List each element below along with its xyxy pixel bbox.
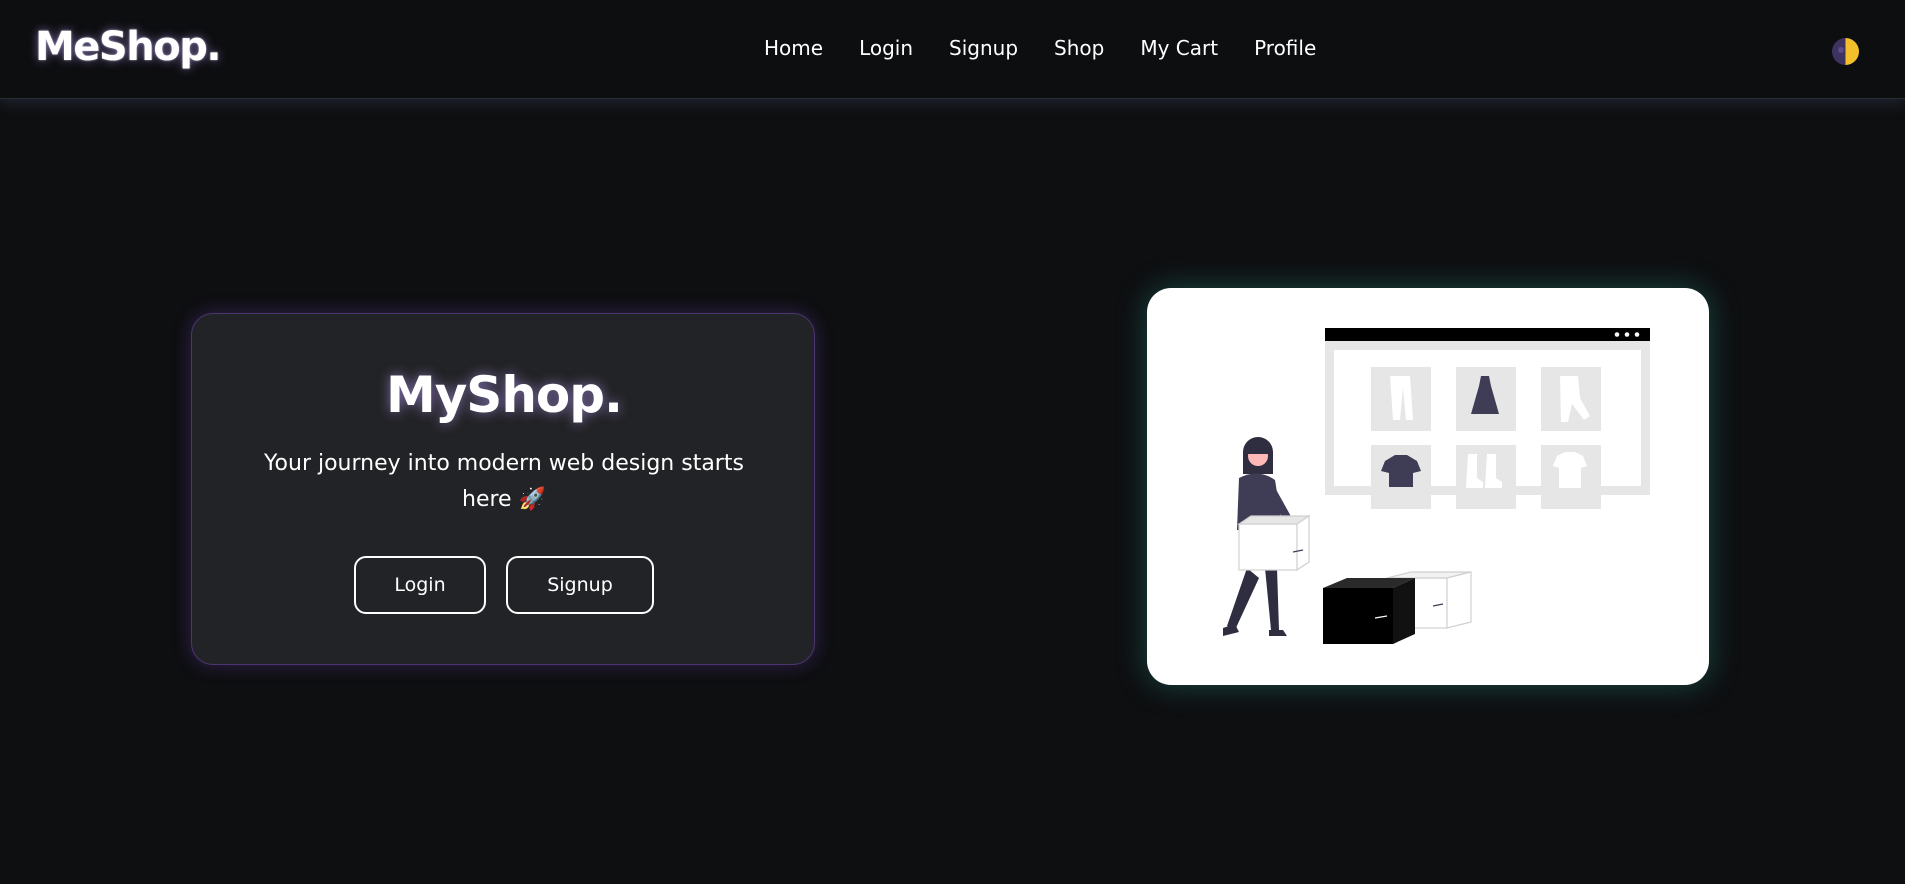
navbar: MeShop. Home Login Signup Shop My Cart P…: [0, 0, 1905, 99]
hero-signup-button[interactable]: Signup: [506, 556, 654, 614]
nav-link-signup[interactable]: Signup: [949, 36, 1018, 60]
nav-link-profile[interactable]: Profile: [1254, 36, 1316, 60]
moon-crater: [1838, 47, 1844, 53]
person: [1223, 437, 1311, 636]
shopping-illustration-card: [1147, 288, 1709, 685]
boxes: [1323, 571, 1472, 644]
nav-link-shop[interactable]: Shop: [1054, 36, 1104, 60]
nav-link-login[interactable]: Login: [859, 36, 913, 60]
hero-card: MyShop. Your journey into modern web des…: [191, 313, 815, 665]
nav-link-my-cart[interactable]: My Cart: [1140, 36, 1218, 60]
hero-tagline: Your journey into modern web design star…: [264, 446, 744, 518]
rocket-icon: 🚀: [518, 487, 546, 512]
page: MeShop. Home Login Signup Shop My Cart P…: [0, 0, 1905, 884]
nav-links: Home Login Signup Shop My Cart Profile: [764, 36, 1316, 60]
online-shopping-illustration: [1223, 328, 1650, 644]
browser-window: [1325, 328, 1650, 509]
hero-tagline-text: Your journey into modern web design star…: [264, 451, 744, 512]
theme-toggle-icon[interactable]: [1832, 38, 1859, 65]
hero-login-button[interactable]: Login: [354, 556, 486, 614]
brand-logo[interactable]: MeShop.: [35, 24, 222, 70]
nav-link-home[interactable]: Home: [764, 36, 823, 60]
hero-title: MyShop.: [385, 366, 623, 424]
